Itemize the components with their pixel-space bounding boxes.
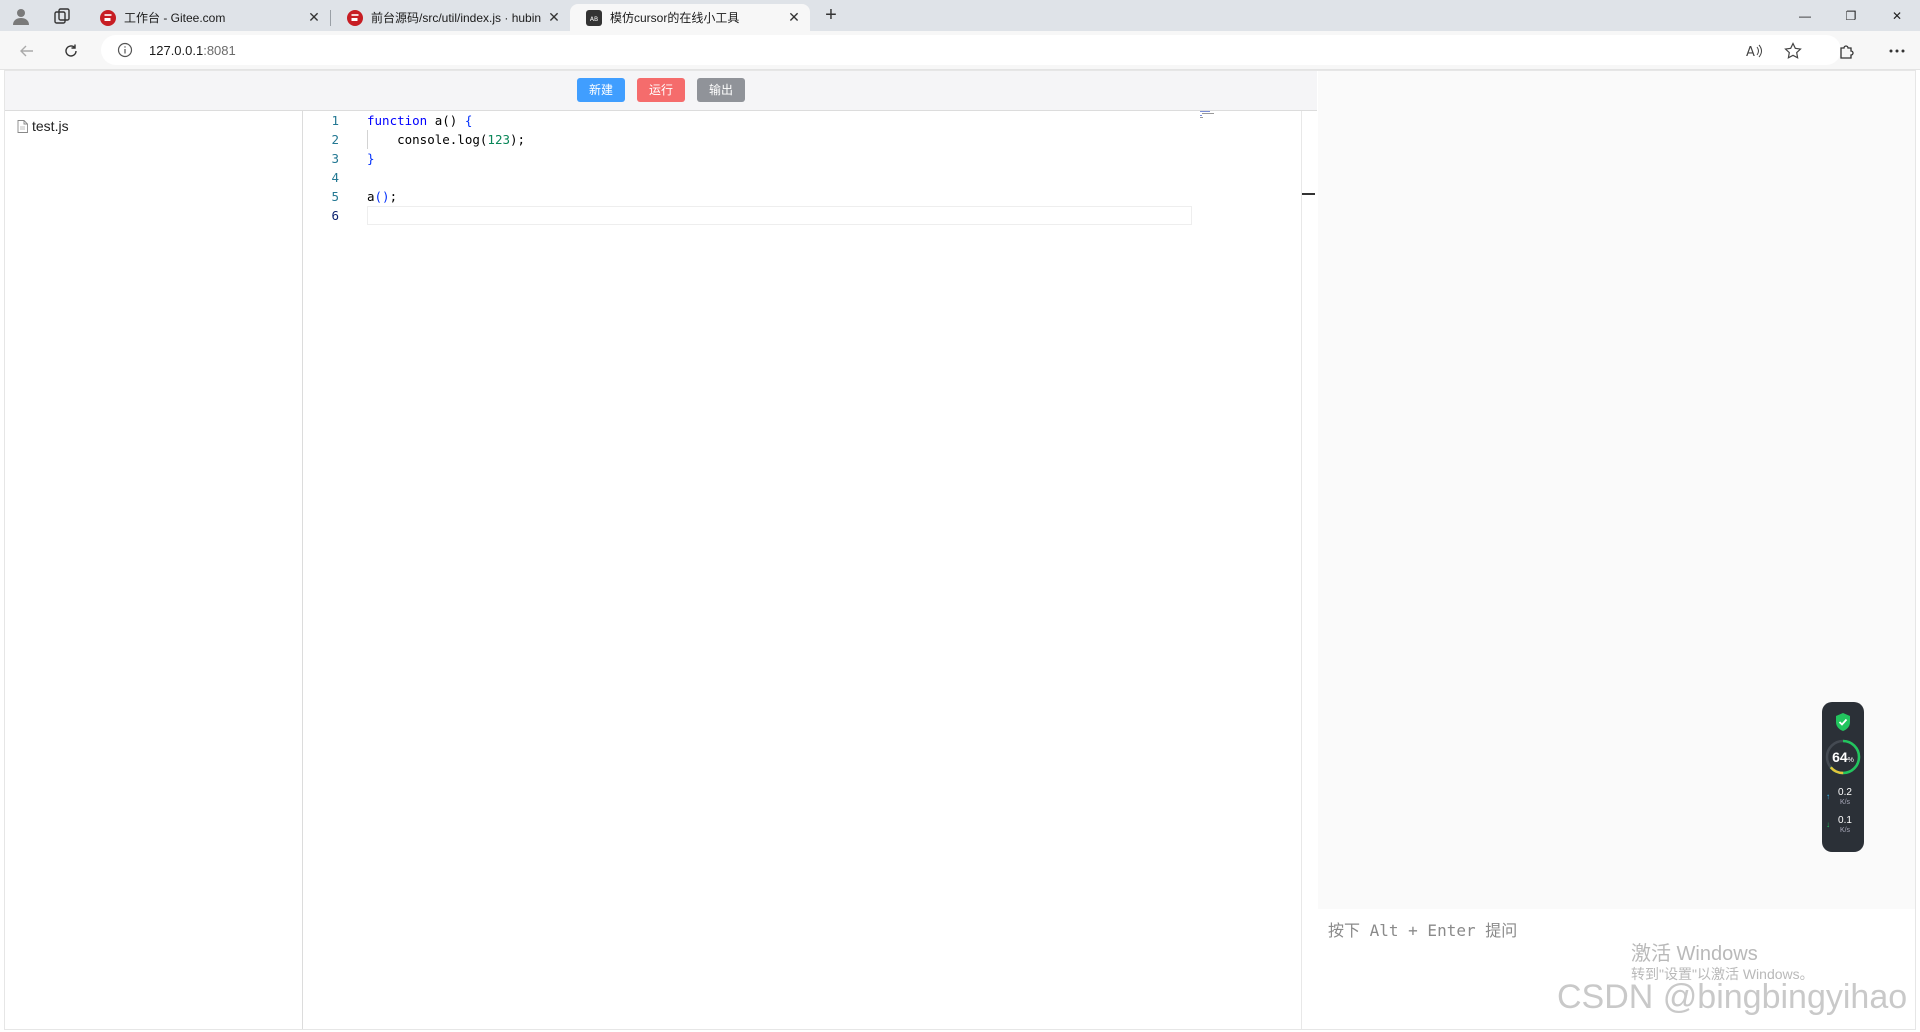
line-number: 3 (331, 151, 339, 166)
read-aloud-icon: A (1746, 44, 1762, 59)
close-tab-icon[interactable]: ✕ (786, 9, 802, 26)
app-page: 新建 运行 输出 test.js 1 2 3 4 5 6 function a(… (4, 70, 1916, 1030)
refresh-button[interactable] (60, 40, 82, 62)
code-text: a() (427, 113, 465, 128)
code-editor[interactable]: 1 2 3 4 5 6 function a() { console.log(1… (304, 111, 1317, 1029)
memory-percent: 64% (1822, 749, 1864, 765)
new-file-button[interactable]: 新建 (577, 78, 625, 102)
download-speed: 0.1 K/s (1830, 816, 1860, 836)
restore-button[interactable]: ❐ (1828, 0, 1874, 31)
back-arrow-icon (20, 45, 33, 57)
editor-scrollbar-track[interactable] (1301, 111, 1302, 1029)
more-menu-button[interactable] (1886, 40, 1908, 62)
download-speed-value: 0.1 (1838, 815, 1852, 826)
svg-text:A: A (1746, 45, 1755, 59)
code-line-2[interactable]: console.log(123); (367, 130, 525, 149)
tab-title: 工作台 - Gitee.com (124, 11, 226, 25)
minimize-button[interactable]: — (1782, 0, 1828, 31)
memory-percent-value: 64 (1832, 749, 1848, 765)
upload-speed-unit: K/s (1839, 799, 1851, 806)
site-icon: AB (586, 9, 602, 26)
line-number: 5 (331, 189, 339, 204)
download-speed-unit: K/s (1839, 827, 1851, 834)
file-tree: test.js (5, 111, 303, 1029)
system-monitor-widget[interactable]: 64% ↑ 0.2 K/s ↓ 0.1 K/s (1822, 702, 1864, 852)
code-line-5[interactable]: a(); (367, 187, 397, 206)
windows-activation-title: 激活 Windows (1631, 943, 1758, 965)
back-button[interactable] (16, 40, 38, 62)
tab-cursor-tool[interactable]: AB 模仿cursor的在线小工具 ✕ (570, 4, 810, 31)
current-line-highlight (367, 206, 1192, 225)
line-number-active: 6 (331, 208, 339, 223)
close-tab-icon[interactable]: ✕ (546, 9, 562, 26)
read-aloud-button[interactable]: A (1744, 40, 1766, 62)
line-number: 2 (331, 132, 339, 147)
upload-speed-value: 0.2 (1838, 787, 1852, 798)
code-text: a (367, 189, 375, 204)
code-line-1[interactable]: function a() { (367, 111, 472, 130)
file-name: test.js (32, 118, 69, 134)
more-icon (1889, 49, 1905, 53)
code-keyword: function (367, 113, 428, 128)
svg-text:AB: AB (590, 16, 598, 23)
extensions-button[interactable] (1836, 40, 1858, 62)
code-number: 123 (487, 132, 510, 147)
editor-toolbar: 新建 运行 输出 (5, 71, 1317, 111)
info-icon[interactable] (117, 42, 133, 58)
code-bracket: { (464, 113, 473, 128)
line-number: 1 (331, 113, 339, 128)
url-port: :8081 (203, 43, 236, 58)
memory-percent-unit: % (1847, 757, 1854, 764)
code-text: console.log( (367, 132, 488, 147)
chat-input-placeholder[interactable]: 按下 Alt + Enter 提问 (1328, 917, 1517, 941)
tab-gitee-source[interactable]: 前台源码/src/util/index.js · hubin ✕ (331, 4, 570, 31)
cursor-position-marker (1302, 193, 1315, 195)
gitee-icon (100, 9, 116, 26)
star-icon (1784, 42, 1802, 59)
code-bracket: () (374, 189, 390, 204)
output-button[interactable]: 输出 (697, 78, 745, 102)
code-text: ); (510, 132, 526, 147)
close-window-button[interactable]: ✕ (1874, 0, 1920, 31)
workspace-pane: 新建 运行 输出 test.js 1 2 3 4 5 6 function a(… (5, 71, 1317, 1029)
chat-pane: 按下 Alt + Enter 提问 (1318, 71, 1915, 1029)
workspaces-icon[interactable] (53, 7, 71, 25)
favorite-button[interactable] (1782, 40, 1804, 62)
line-number-gutter: 1 2 3 4 5 6 (304, 111, 349, 1029)
minimap[interactable] (1200, 111, 1220, 119)
run-button[interactable]: 运行 (637, 78, 685, 102)
code-bracket: } (367, 151, 375, 166)
address-bar: 127.0.0.1:8081 A (0, 31, 1920, 70)
upload-speed: 0.2 K/s (1830, 788, 1860, 808)
tab-gitee-workbench[interactable]: 工作台 - Gitee.com ✕ (84, 4, 330, 31)
gitee-icon (347, 9, 363, 26)
shield-check-icon (1836, 713, 1850, 731)
profile-icon[interactable] (12, 7, 30, 25)
url-field[interactable]: 127.0.0.1:8081 (101, 35, 1841, 65)
browser-tab-bar: 工作台 - Gitee.com ✕ 前台源码/src/util/index.js… (0, 0, 1920, 31)
file-icon (17, 119, 28, 133)
url-text[interactable]: 127.0.0.1:8081 (149, 43, 236, 58)
tab-title: 模仿cursor的在线小工具 (610, 11, 740, 25)
code-text: ; (389, 189, 398, 204)
file-item-test-js[interactable]: test.js (17, 118, 69, 134)
refresh-icon (65, 44, 77, 57)
puzzle-icon (1840, 45, 1854, 59)
line-number: 4 (331, 170, 339, 185)
tab-title: 前台源码/src/util/index.js · hubin (371, 11, 542, 25)
url-host: 127.0.0.1 (149, 43, 204, 58)
code-line-3[interactable]: } (367, 149, 375, 168)
new-tab-button[interactable]: + (820, 5, 842, 26)
csdn-watermark: CSDN @bingbingyihao (1557, 978, 1908, 1016)
close-tab-icon[interactable]: ✕ (306, 9, 322, 26)
